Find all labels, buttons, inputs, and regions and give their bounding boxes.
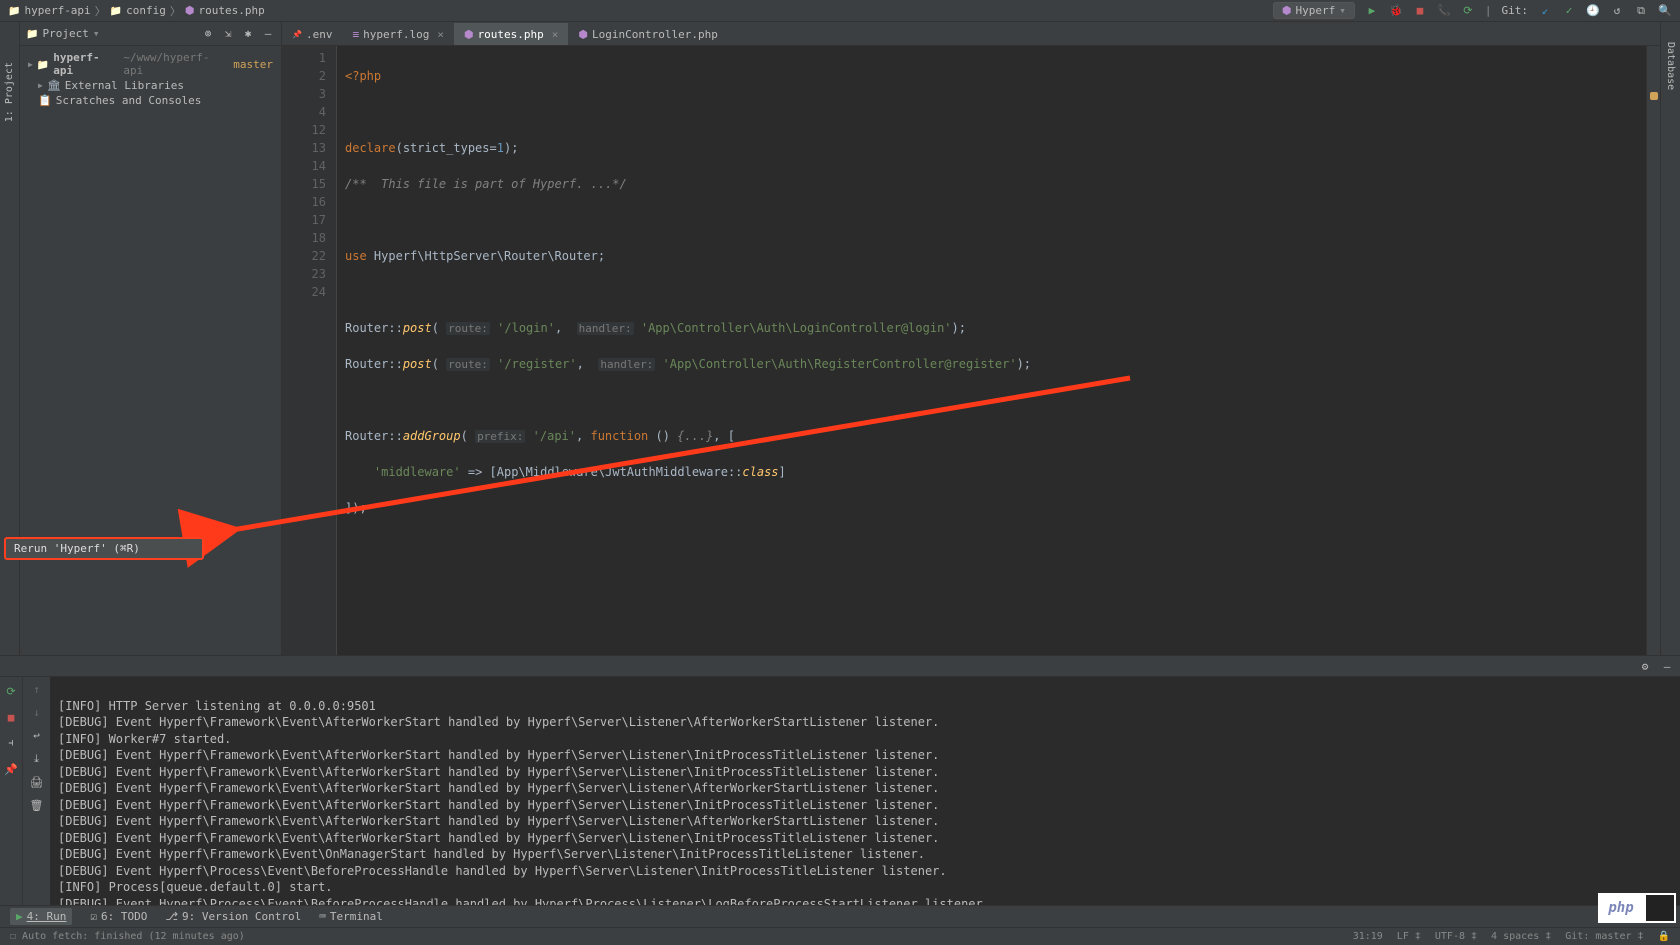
tool-tab-run[interactable]: ▶4: Run [10,908,72,925]
git-history-icon[interactable]: 🕘 [1586,4,1600,18]
caret-icon[interactable]: ▶ [38,81,43,90]
git-commit-icon[interactable]: ✓ [1562,4,1576,18]
layout-icon[interactable]: ⫞ [3,735,19,751]
status-caret[interactable]: 31:19 [1353,931,1383,942]
folder-icon [37,58,49,71]
print-icon[interactable]: 🖨 [30,776,44,789]
breadcrumb-file[interactable]: ⬢routes.php [185,4,265,17]
scratches-icon: 📋 [38,94,52,107]
down-icon[interactable]: ↓ [33,706,40,719]
editor-tabs: .env ≡hyperf.log× ⬢routes.php× ⬢LoginCon… [282,22,1660,46]
breadcrumb: hyperf-api 〉 config 〉 ⬢routes.php [8,3,265,19]
status-bar: ☐ Auto fetch: finished (12 minutes ago) … [0,927,1680,945]
run-toolbar: ⟳ ■ ⫞ 📌 [0,677,22,905]
main-toolbar: ⬢Hyperf▾ ▶ 🐞 ■ 📞 ⟳ | Git: ↙ ✓ 🕘 ↺ ⧉ 🔍 [1273,2,1672,19]
chevron-right-icon: 〉 [170,3,181,19]
run-configuration-selector[interactable]: ⬢Hyperf▾ [1273,2,1355,19]
tree-scratches[interactable]: 📋 Scratches and Consoles [20,93,281,108]
stop-icon[interactable]: ■ [3,709,19,725]
up-icon[interactable]: ↑ [33,683,40,696]
test-history-icon[interactable]: ⟳ [1461,4,1475,18]
sidebar-project[interactable]: 1: Project [4,62,15,122]
clear-icon[interactable]: 🗑 [30,799,44,812]
navigation-bar: hyperf-api 〉 config 〉 ⬢routes.php ⬢Hyper… [0,0,1680,22]
warning-indicator[interactable] [1650,92,1658,100]
target-icon[interactable]: ⊚ [201,27,215,41]
project-title[interactable]: Project ▾ [26,27,99,40]
breadcrumb-folder[interactable]: config [110,4,166,17]
tool-tab-vcs[interactable]: ⎇9: Version Control [165,910,301,923]
status-line-sep[interactable]: LF ‡ [1397,931,1421,942]
tool-tab-terminal[interactable]: ⌨Terminal [319,910,383,923]
php-badge: php [1598,893,1676,923]
project-tree[interactable]: ▶ hyperf-api ~/www/hyperf-api master ▶ 🏛… [20,46,281,112]
gear-icon[interactable]: ✱ [241,27,255,41]
status-lock-icon[interactable]: 🔒 [1658,931,1670,942]
pin-icon[interactable]: 📌 [3,761,19,777]
tab-routes[interactable]: ⬢routes.php× [454,23,568,45]
git-update-icon[interactable]: ↙ [1538,4,1552,18]
run-toolbar-2: ↑ ↓ ↩ ⤓ 🖨 🗑 [22,677,50,905]
git-revert-icon[interactable]: ↺ [1610,4,1624,18]
console-output[interactable]: [INFO] HTTP Server listening at 0.0.0.0:… [50,677,1680,905]
hide-icon[interactable]: — [1660,659,1674,673]
close-icon[interactable]: × [437,28,444,41]
chevron-right-icon: 〉 [95,3,106,19]
tab-logincontroller[interactable]: ⬢LoginController.php [568,23,727,45]
folder-icon [110,4,122,17]
breadcrumb-project[interactable]: hyperf-api [8,4,91,17]
tree-root[interactable]: ▶ hyperf-api ~/www/hyperf-api master [20,50,281,78]
folder-icon [8,4,20,17]
tab-env[interactable]: .env [282,23,342,45]
library-icon: 🏛 [47,79,61,92]
bottom-tool-tabs: ▶4: Run ☑6: TODO ⎇9: Version Control ⌨Te… [0,905,1680,927]
status-indent[interactable]: 4 spaces ‡ [1491,931,1551,942]
search-icon[interactable]: 🔍 [1658,4,1672,18]
caret-icon[interactable]: ▶ [28,60,33,69]
folder-icon [26,27,38,40]
status-message: ☐ Auto fetch: finished (12 minutes ago) [10,931,245,942]
soft-wrap-icon[interactable]: ↩ [33,729,40,742]
tooltip: Rerun 'Hyperf' (⌘R) [4,537,204,560]
window-icon[interactable]: ⧉ [1634,4,1648,18]
debug-icon[interactable]: 🐞 [1389,4,1403,18]
close-icon[interactable]: × [552,28,559,41]
gear-icon[interactable]: ⚙ [1638,659,1652,673]
rerun-icon[interactable]: ⟳ [3,683,19,699]
listen-icon[interactable]: 📞 [1437,4,1451,18]
tree-external-libs[interactable]: ▶ 🏛 External Libraries [20,78,281,93]
tab-hyperf-log[interactable]: ≡hyperf.log× [342,23,453,45]
status-git[interactable]: Git: master ‡ [1565,931,1643,942]
project-header: Project ▾ ⊚ ⇲ ✱ — [20,22,281,46]
expand-icon[interactable]: ⇲ [221,27,235,41]
sidebar-database[interactable]: Database [1665,42,1676,90]
run-tool-header: ⚙ — [0,655,1680,677]
hide-icon[interactable]: — [261,27,275,41]
git-label: Git: [1502,4,1529,17]
status-encoding[interactable]: UTF-8 ‡ [1435,931,1477,942]
tool-tab-todo[interactable]: ☑6: TODO [90,910,147,923]
caret-line [337,535,1646,553]
stop-icon[interactable]: ■ [1413,4,1427,18]
run-icon[interactable]: ▶ [1365,4,1379,18]
scroll-end-icon[interactable]: ⤓ [34,752,39,766]
